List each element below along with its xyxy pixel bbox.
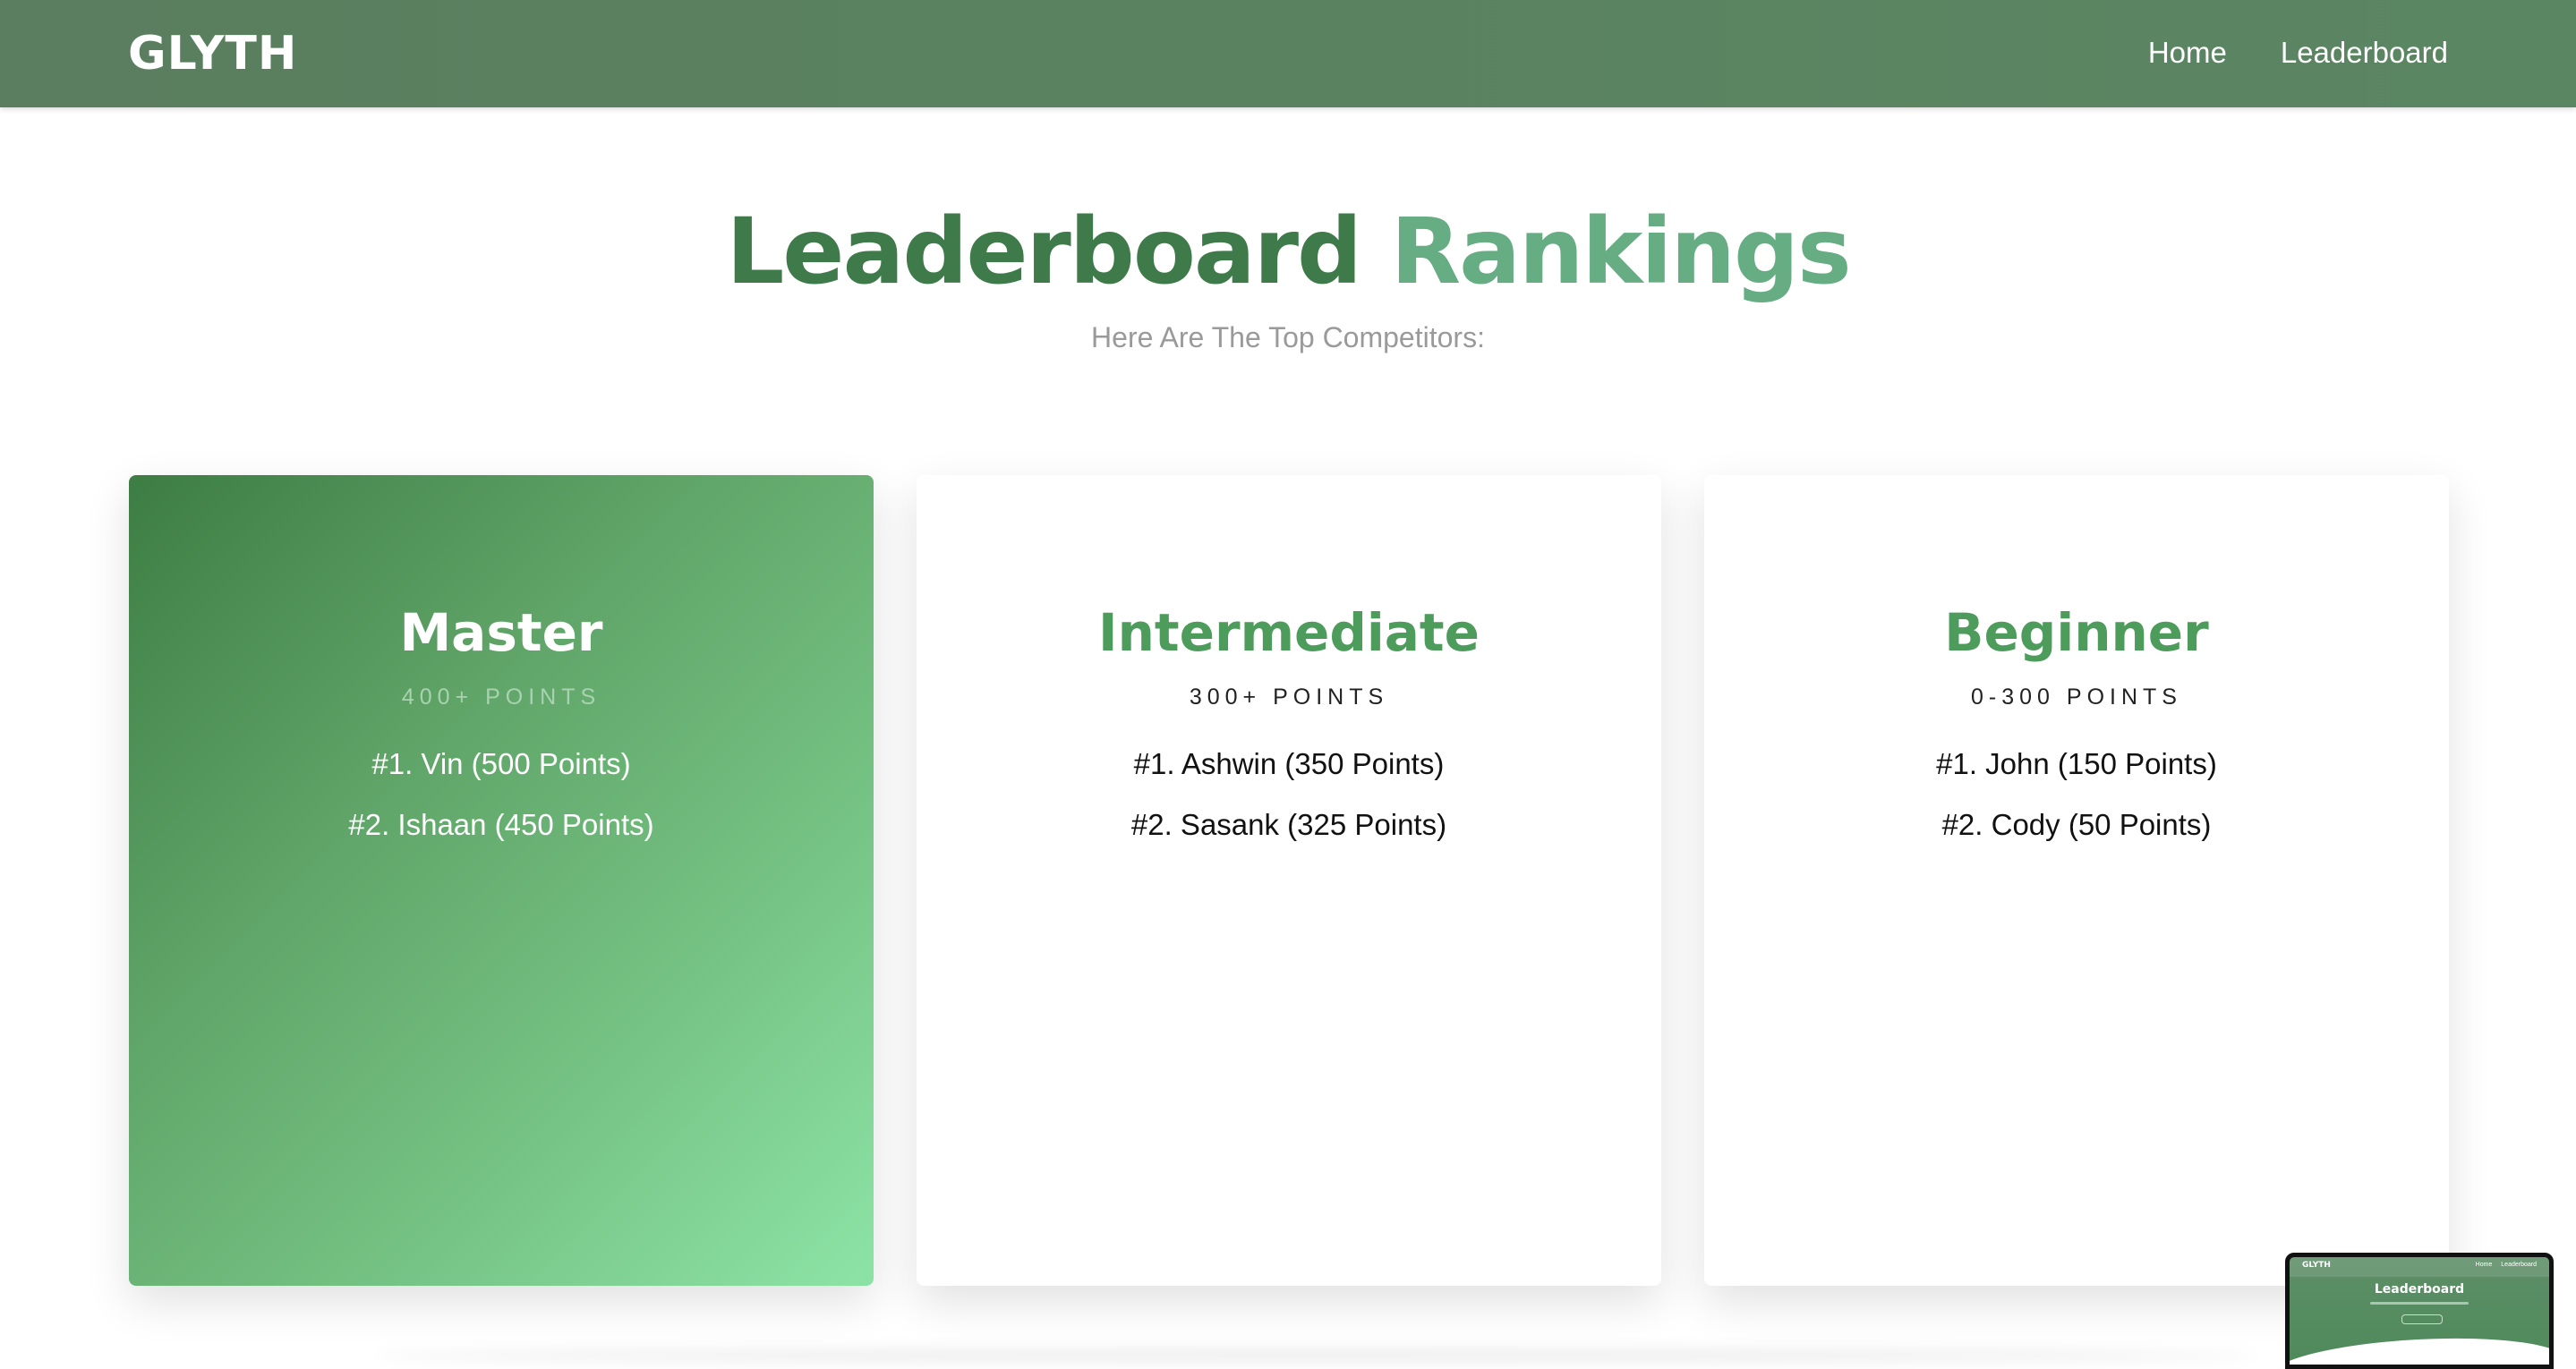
tier-name: Master [399, 602, 603, 663]
thumbnail-subtitle-line [2370, 1302, 2469, 1305]
tier-card-intermediate: Intermediate 300+ POINTS #1. Ashwin (350… [917, 475, 1661, 1286]
brand-logo[interactable]: GLYTH [128, 25, 297, 82]
rank-list: #1. Vin (500 Points) #2. Ishaan (450 Poi… [129, 745, 874, 867]
page-title: Leaderboard Rankings [0, 197, 2576, 308]
nav-link-home[interactable]: Home [2148, 34, 2227, 72]
page-subtitle: Here Are The Top Competitors: [1091, 321, 1485, 353]
nav-link-leaderboard[interactable]: Leaderboard [2281, 34, 2448, 72]
nav-links: Home Leaderboard [2148, 34, 2448, 72]
tier-points: 0-300 POINTS [1971, 684, 2182, 710]
rank-list: #1. Ashwin (350 Points) #2. Sasank (325 … [917, 745, 1661, 867]
rank-item: #1. John (150 Points) [1936, 747, 2217, 780]
tier-name: Beginner [1944, 602, 2209, 663]
thumbnail-title: Leaderboard [2374, 1282, 2465, 1297]
thumbnail-brand: GLYTH [2302, 1261, 2331, 1270]
thumbnail-links: Home Leaderboard [2475, 1262, 2537, 1268]
thumbnail-button [2401, 1314, 2443, 1324]
rank-item: #2. Ishaan (450 Points) [348, 808, 654, 841]
tier-card-master: Master 400+ POINTS #1. Vin (500 Points) … [129, 475, 874, 1286]
tier-points: 400+ POINTS [401, 684, 601, 710]
rank-item: #1. Ashwin (350 Points) [1133, 747, 1445, 780]
thumbnail-navbar: GLYTH Home Leaderboard [2290, 1257, 2549, 1277]
rank-item: #1. Vin (500 Points) [371, 747, 631, 780]
tier-points: 300+ POINTS [1189, 684, 1389, 710]
page-title-word-1: Leaderboard [726, 199, 1362, 305]
page-title-word-2: Rankings [1390, 199, 1852, 305]
top-navbar: GLYTH Home Leaderboard [0, 0, 2576, 107]
tier-card-beginner: Beginner 0-300 POINTS #1. John (150 Poin… [1704, 475, 2449, 1286]
page-bottom-shadow [376, 1349, 2256, 1362]
page-preview-thumbnail[interactable]: GLYTH Home Leaderboard Leaderboard [2285, 1253, 2554, 1369]
rank-list: #1. John (150 Points) #2. Cody (50 Point… [1704, 745, 2449, 867]
thumbnail-wave [2290, 1331, 2549, 1365]
tier-name: Intermediate [1098, 602, 1480, 663]
rank-item: #2. Sasank (325 Points) [1130, 808, 1447, 841]
rank-item: #2. Cody (50 Points) [1941, 808, 2212, 841]
